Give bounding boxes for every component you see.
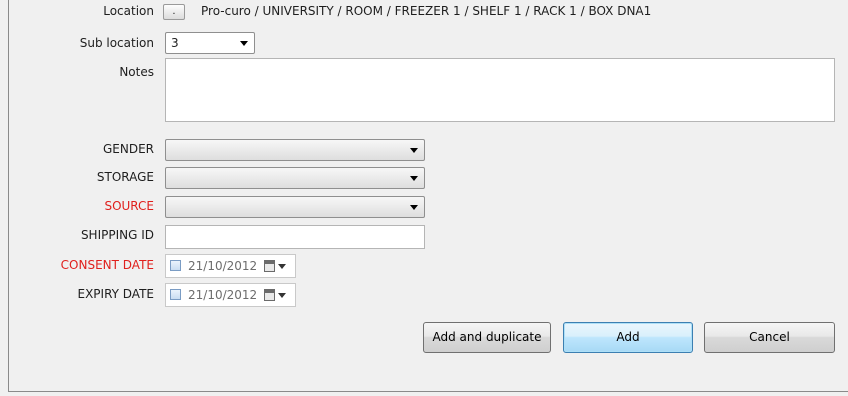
location-path: Pro-curo / UNIVERSITY / ROOM / FREEZER 1… xyxy=(201,4,652,18)
chevron-down-icon[interactable] xyxy=(278,264,286,269)
shipping-id-label: SHIPPING ID xyxy=(80,228,154,242)
notes-textarea[interactable] xyxy=(165,58,835,122)
calendar-icon[interactable] xyxy=(264,289,275,301)
shipping-id-input[interactable] xyxy=(165,225,425,249)
consent-date-checkbox[interactable] xyxy=(170,260,181,271)
consent-date-value: 21/10/2012 xyxy=(188,259,258,273)
notes-label: Notes xyxy=(119,65,154,79)
sub-location-select[interactable]: 3 xyxy=(165,32,255,54)
cancel-button[interactable]: Cancel xyxy=(704,322,835,353)
expiry-date-checkbox[interactable] xyxy=(170,289,181,300)
expiry-date-value: 21/10/2012 xyxy=(188,288,258,302)
consent-date-label: CONSENT DATE xyxy=(60,258,154,272)
storage-select[interactable] xyxy=(165,167,425,189)
location-browse-button[interactable]: . xyxy=(163,4,185,20)
gender-select[interactable] xyxy=(165,139,425,161)
panel-bottom-border xyxy=(8,391,848,392)
consent-date-picker[interactable]: 21/10/2012 xyxy=(165,254,296,278)
sub-location-value: 3 xyxy=(171,36,179,50)
gender-label: GENDER xyxy=(102,142,154,156)
source-label: SOURCE xyxy=(104,199,154,213)
add-button[interactable]: Add xyxy=(563,322,693,353)
calendar-icon[interactable] xyxy=(264,260,275,272)
storage-label: STORAGE xyxy=(96,170,154,184)
chevron-down-icon[interactable] xyxy=(278,293,286,298)
chevron-down-icon xyxy=(410,205,418,210)
add-and-duplicate-button[interactable]: Add and duplicate xyxy=(423,322,551,353)
chevron-down-icon xyxy=(410,176,418,181)
location-label: Location xyxy=(103,4,154,18)
source-select[interactable] xyxy=(165,196,425,218)
expiry-date-label: EXPIRY DATE xyxy=(77,287,154,301)
expiry-date-picker[interactable]: 21/10/2012 xyxy=(165,283,296,307)
window-border xyxy=(8,0,9,392)
sub-location-label: Sub location xyxy=(79,36,154,50)
chevron-down-icon xyxy=(410,148,418,153)
chevron-down-icon xyxy=(240,41,248,46)
